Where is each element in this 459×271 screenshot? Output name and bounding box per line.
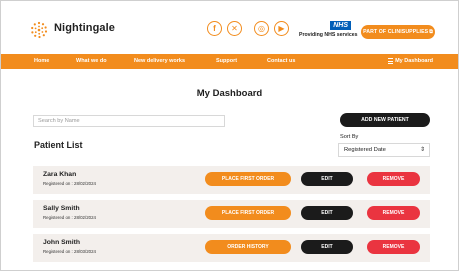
nav-contact-us[interactable]: Contact us <box>267 58 295 64</box>
sort-label: Sort By <box>340 134 359 140</box>
nav-new-delivery-works[interactable]: New delivery works <box>134 58 185 64</box>
patient-registered-date: Registered on : 28/02/2024 <box>43 181 96 186</box>
nav-my-dashboard[interactable]: My Dashboard <box>388 58 433 64</box>
nav-bar: Home What we do New delivery works Suppo… <box>1 54 458 69</box>
edit-button[interactable]: EDIT <box>301 206 353 220</box>
instagram-icon[interactable]: ◎ <box>254 21 269 36</box>
header: Nightingale f ✕ ◎ ▶ NHS Providing NHS se… <box>1 1 458 54</box>
order-history-button[interactable]: ORDER HISTORY <box>205 240 291 254</box>
nav-what-we-do[interactable]: What we do <box>76 58 107 64</box>
patient-name: Zara Khan <box>43 171 77 178</box>
patient-name: Sally Smith <box>43 205 80 212</box>
add-new-patient-button[interactable]: ADD NEW PATIENT <box>340 113 430 127</box>
patient-list-title: Patient List <box>34 140 83 150</box>
sort-select[interactable]: Registered Date ⇕ <box>338 143 430 157</box>
patient-name: John Smith <box>43 239 81 246</box>
search-input[interactable] <box>33 115 225 127</box>
external-link-icon: ⧉ <box>429 29 433 35</box>
page-frame: Nightingale f ✕ ◎ ▶ NHS Providing NHS se… <box>0 0 459 271</box>
menu-icon <box>388 58 394 64</box>
x-icon[interactable]: ✕ <box>227 21 242 36</box>
nhs-text: Providing NHS services <box>299 32 358 38</box>
part-of-clinisupplies-button[interactable]: PART OF CLINISUPPLIES ⧉ <box>361 25 435 39</box>
patient-row: Sally Smith Registered on : 28/02/2024 P… <box>33 200 430 228</box>
edit-button[interactable]: EDIT <box>301 172 353 186</box>
remove-button[interactable]: REMOVE <box>367 240 420 254</box>
patient-registered-date: Registered on : 28/03/2024 <box>43 249 96 254</box>
brand-name[interactable]: Nightingale <box>54 22 115 34</box>
patient-row: Zara Khan Registered on : 28/02/2024 PLA… <box>33 166 430 194</box>
remove-button[interactable]: REMOVE <box>367 206 420 220</box>
part-of-label: PART OF CLINISUPPLIES <box>363 29 429 35</box>
patient-row: John Smith Registered on : 28/03/2024 OR… <box>33 234 430 262</box>
nav-home[interactable]: Home <box>34 58 49 64</box>
sort-arrows-icon: ⇕ <box>419 147 425 153</box>
nav-support[interactable]: Support <box>216 58 237 64</box>
nhs-logo: NHS <box>330 21 351 30</box>
patient-registered-date: Registered on : 28/02/2024 <box>43 215 96 220</box>
nightingale-logo-icon[interactable] <box>30 21 48 39</box>
place-first-order-button[interactable]: PLACE FIRST ORDER <box>205 206 291 220</box>
edit-button[interactable]: EDIT <box>301 240 353 254</box>
place-first-order-button[interactable]: PLACE FIRST ORDER <box>205 172 291 186</box>
nhs-badge: NHS Providing NHS services <box>299 21 358 41</box>
sort-value: Registered Date <box>344 147 386 153</box>
dashboard-label: My Dashboard <box>395 58 433 64</box>
youtube-icon[interactable]: ▶ <box>274 21 289 36</box>
page-title: My Dashboard <box>196 88 263 99</box>
facebook-icon[interactable]: f <box>207 21 222 36</box>
remove-button[interactable]: REMOVE <box>367 172 420 186</box>
